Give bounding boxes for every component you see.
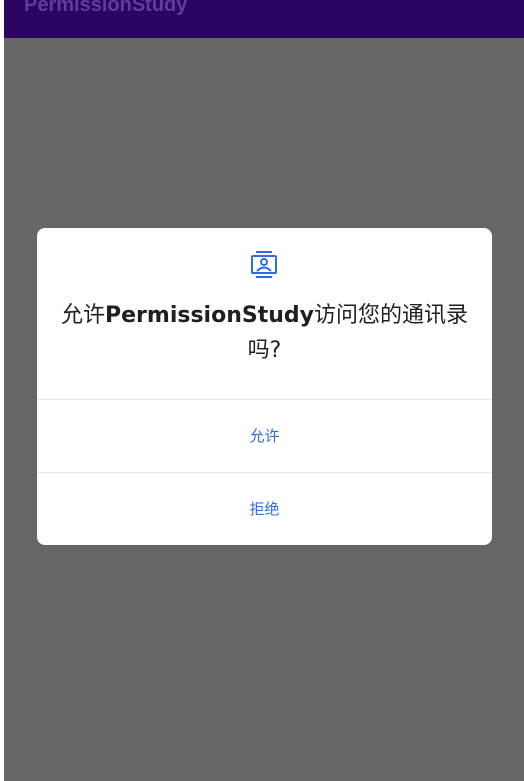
permission-message: 允许PermissionStudy访问您的通讯录吗? xyxy=(57,298,472,368)
contacts-icon xyxy=(251,251,277,278)
deny-button[interactable]: 拒绝 xyxy=(37,473,492,545)
allow-button[interactable]: 允许 xyxy=(37,400,492,472)
app-bar: PermissionStudy xyxy=(4,0,524,38)
app-screen: PermissionStudy 允许PermissionStudy访问您的通讯录… xyxy=(4,0,524,781)
app-title: PermissionStudy xyxy=(24,0,188,16)
app-name-text: PermissionStudy xyxy=(105,303,314,328)
permission-dialog: 允许PermissionStudy访问您的通讯录吗? 允许 拒绝 xyxy=(37,228,492,545)
message-prefix: 允许 xyxy=(60,303,105,328)
